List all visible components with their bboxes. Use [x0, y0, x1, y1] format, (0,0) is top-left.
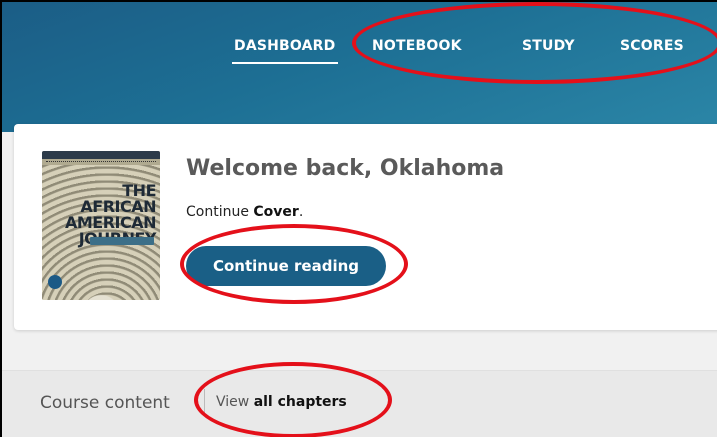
- tab-dashboard[interactable]: DASHBOARD: [232, 38, 337, 64]
- tab-scores[interactable]: SCORES: [620, 38, 684, 54]
- view-prefix: View: [216, 394, 254, 410]
- welcome-heading: Welcome back, Oklahoma: [186, 156, 505, 181]
- continue-suffix: .: [298, 204, 304, 220]
- main-nav: DASHBOARD NOTEBOOK STUDY SCORES: [2, 38, 717, 64]
- view-all-chapters-text: all chapters: [253, 394, 347, 410]
- continue-location: Cover: [253, 204, 299, 220]
- publisher-logo-icon: [48, 275, 62, 289]
- course-content-label: Course content: [40, 393, 170, 413]
- app-window: DASHBOARD NOTEBOOK STUDY SCORES THE AFRI…: [0, 0, 717, 437]
- top-banner: DASHBOARD NOTEBOOK STUDY SCORES: [2, 2, 717, 132]
- continue-reading-button[interactable]: Continue reading: [186, 246, 386, 286]
- continue-prefix: Continue: [186, 204, 254, 220]
- tab-notebook[interactable]: NOTEBOOK: [372, 38, 462, 54]
- continue-reading-card: THE AFRICAN AMERICAN JOURNEY Welcome bac…: [14, 124, 717, 330]
- cover-edition-band: [90, 237, 154, 245]
- view-all-chapters-link[interactable]: View all chapters: [216, 394, 347, 410]
- continue-location-text: Continue Cover.: [186, 204, 303, 220]
- book-cover-image[interactable]: THE AFRICAN AMERICAN JOURNEY: [42, 151, 160, 300]
- course-content-bar: Course content View all chapters: [2, 370, 717, 437]
- cover-top-band: [42, 151, 160, 159]
- tab-study[interactable]: STUDY: [522, 38, 575, 54]
- course-divider: [204, 389, 205, 415]
